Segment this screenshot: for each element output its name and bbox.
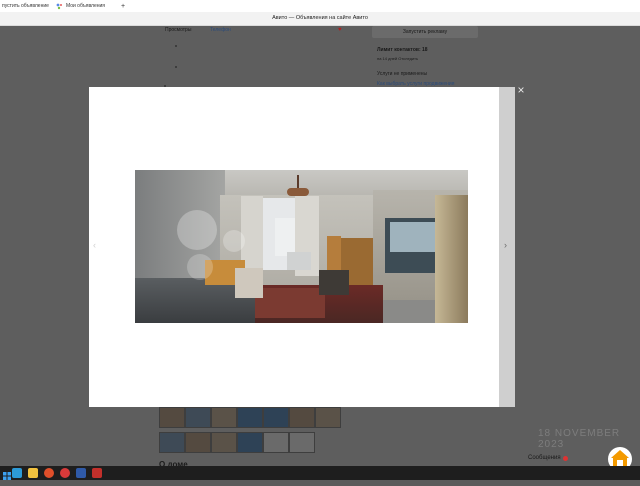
modal-scrollbar[interactable] (499, 87, 515, 407)
pdf-app-icon[interactable] (92, 468, 102, 478)
photo-thumbnail[interactable] (315, 407, 341, 428)
photo-thumbnail[interactable] (289, 407, 315, 428)
messages-button[interactable]: Сообщения (528, 452, 568, 464)
promote-button[interactable]: Запустить рекламу (372, 26, 478, 38)
opera-icon[interactable] (60, 468, 70, 478)
bookmark-label: пустить объявление (2, 3, 49, 9)
photo-thumbnail[interactable] (263, 432, 289, 453)
photo-thumbnail[interactable] (263, 407, 289, 428)
tab-title: Авито — Объявления на сайте Авито (272, 15, 368, 21)
edge-icon[interactable] (12, 468, 22, 478)
heart-icon[interactable]: ♥ (338, 27, 342, 33)
folder-icon[interactable] (28, 468, 38, 478)
contacts-sub: на 14 дней Отследить (377, 56, 419, 61)
plus-icon: + (121, 2, 126, 10)
contacts-limit: Лимит контактов: 18 (377, 47, 428, 53)
photo-thumbnail[interactable] (237, 432, 263, 453)
thumbnail-strip (159, 407, 349, 455)
photo-thumbnail[interactable] (185, 407, 211, 428)
views-label: Просмотры (165, 27, 192, 33)
windows-start-icon[interactable] (2, 468, 12, 480)
tab-bar: Авито — Объявления на сайте Авито (0, 12, 640, 26)
notification-dot-icon (562, 455, 568, 461)
previous-photo-button[interactable]: ‹ (93, 240, 96, 250)
messages-label: Сообщения (528, 455, 561, 461)
yandex-browser-icon[interactable] (44, 468, 54, 478)
listing-photo (135, 170, 468, 323)
photo-thumbnail[interactable] (237, 407, 263, 428)
photo-thumbnail[interactable] (211, 407, 237, 428)
list-bullet (175, 45, 177, 47)
bookmark-item[interactable]: Мои объявления (56, 1, 105, 11)
views-value[interactable]: Телефон (210, 27, 231, 33)
close-icon[interactable]: × (515, 84, 527, 96)
avito-icon (56, 3, 62, 9)
os-taskbar (0, 466, 640, 480)
add-bookmark-button[interactable]: + (121, 1, 125, 11)
photo-thumbnail[interactable] (211, 432, 237, 453)
bookmark-label: Мои объявления (66, 3, 105, 9)
tasks-icon[interactable] (76, 468, 86, 478)
list-bullet (175, 66, 177, 68)
photo-thumbnail[interactable] (159, 432, 185, 453)
photo-thumbnail[interactable] (289, 432, 315, 453)
services-title: Услуги не применены (377, 71, 428, 77)
next-photo-button[interactable]: › (504, 240, 507, 250)
photo-thumbnail[interactable] (159, 407, 185, 428)
photo-thumbnail[interactable] (185, 432, 211, 453)
bookmark-item[interactable]: пустить объявление (2, 1, 49, 11)
